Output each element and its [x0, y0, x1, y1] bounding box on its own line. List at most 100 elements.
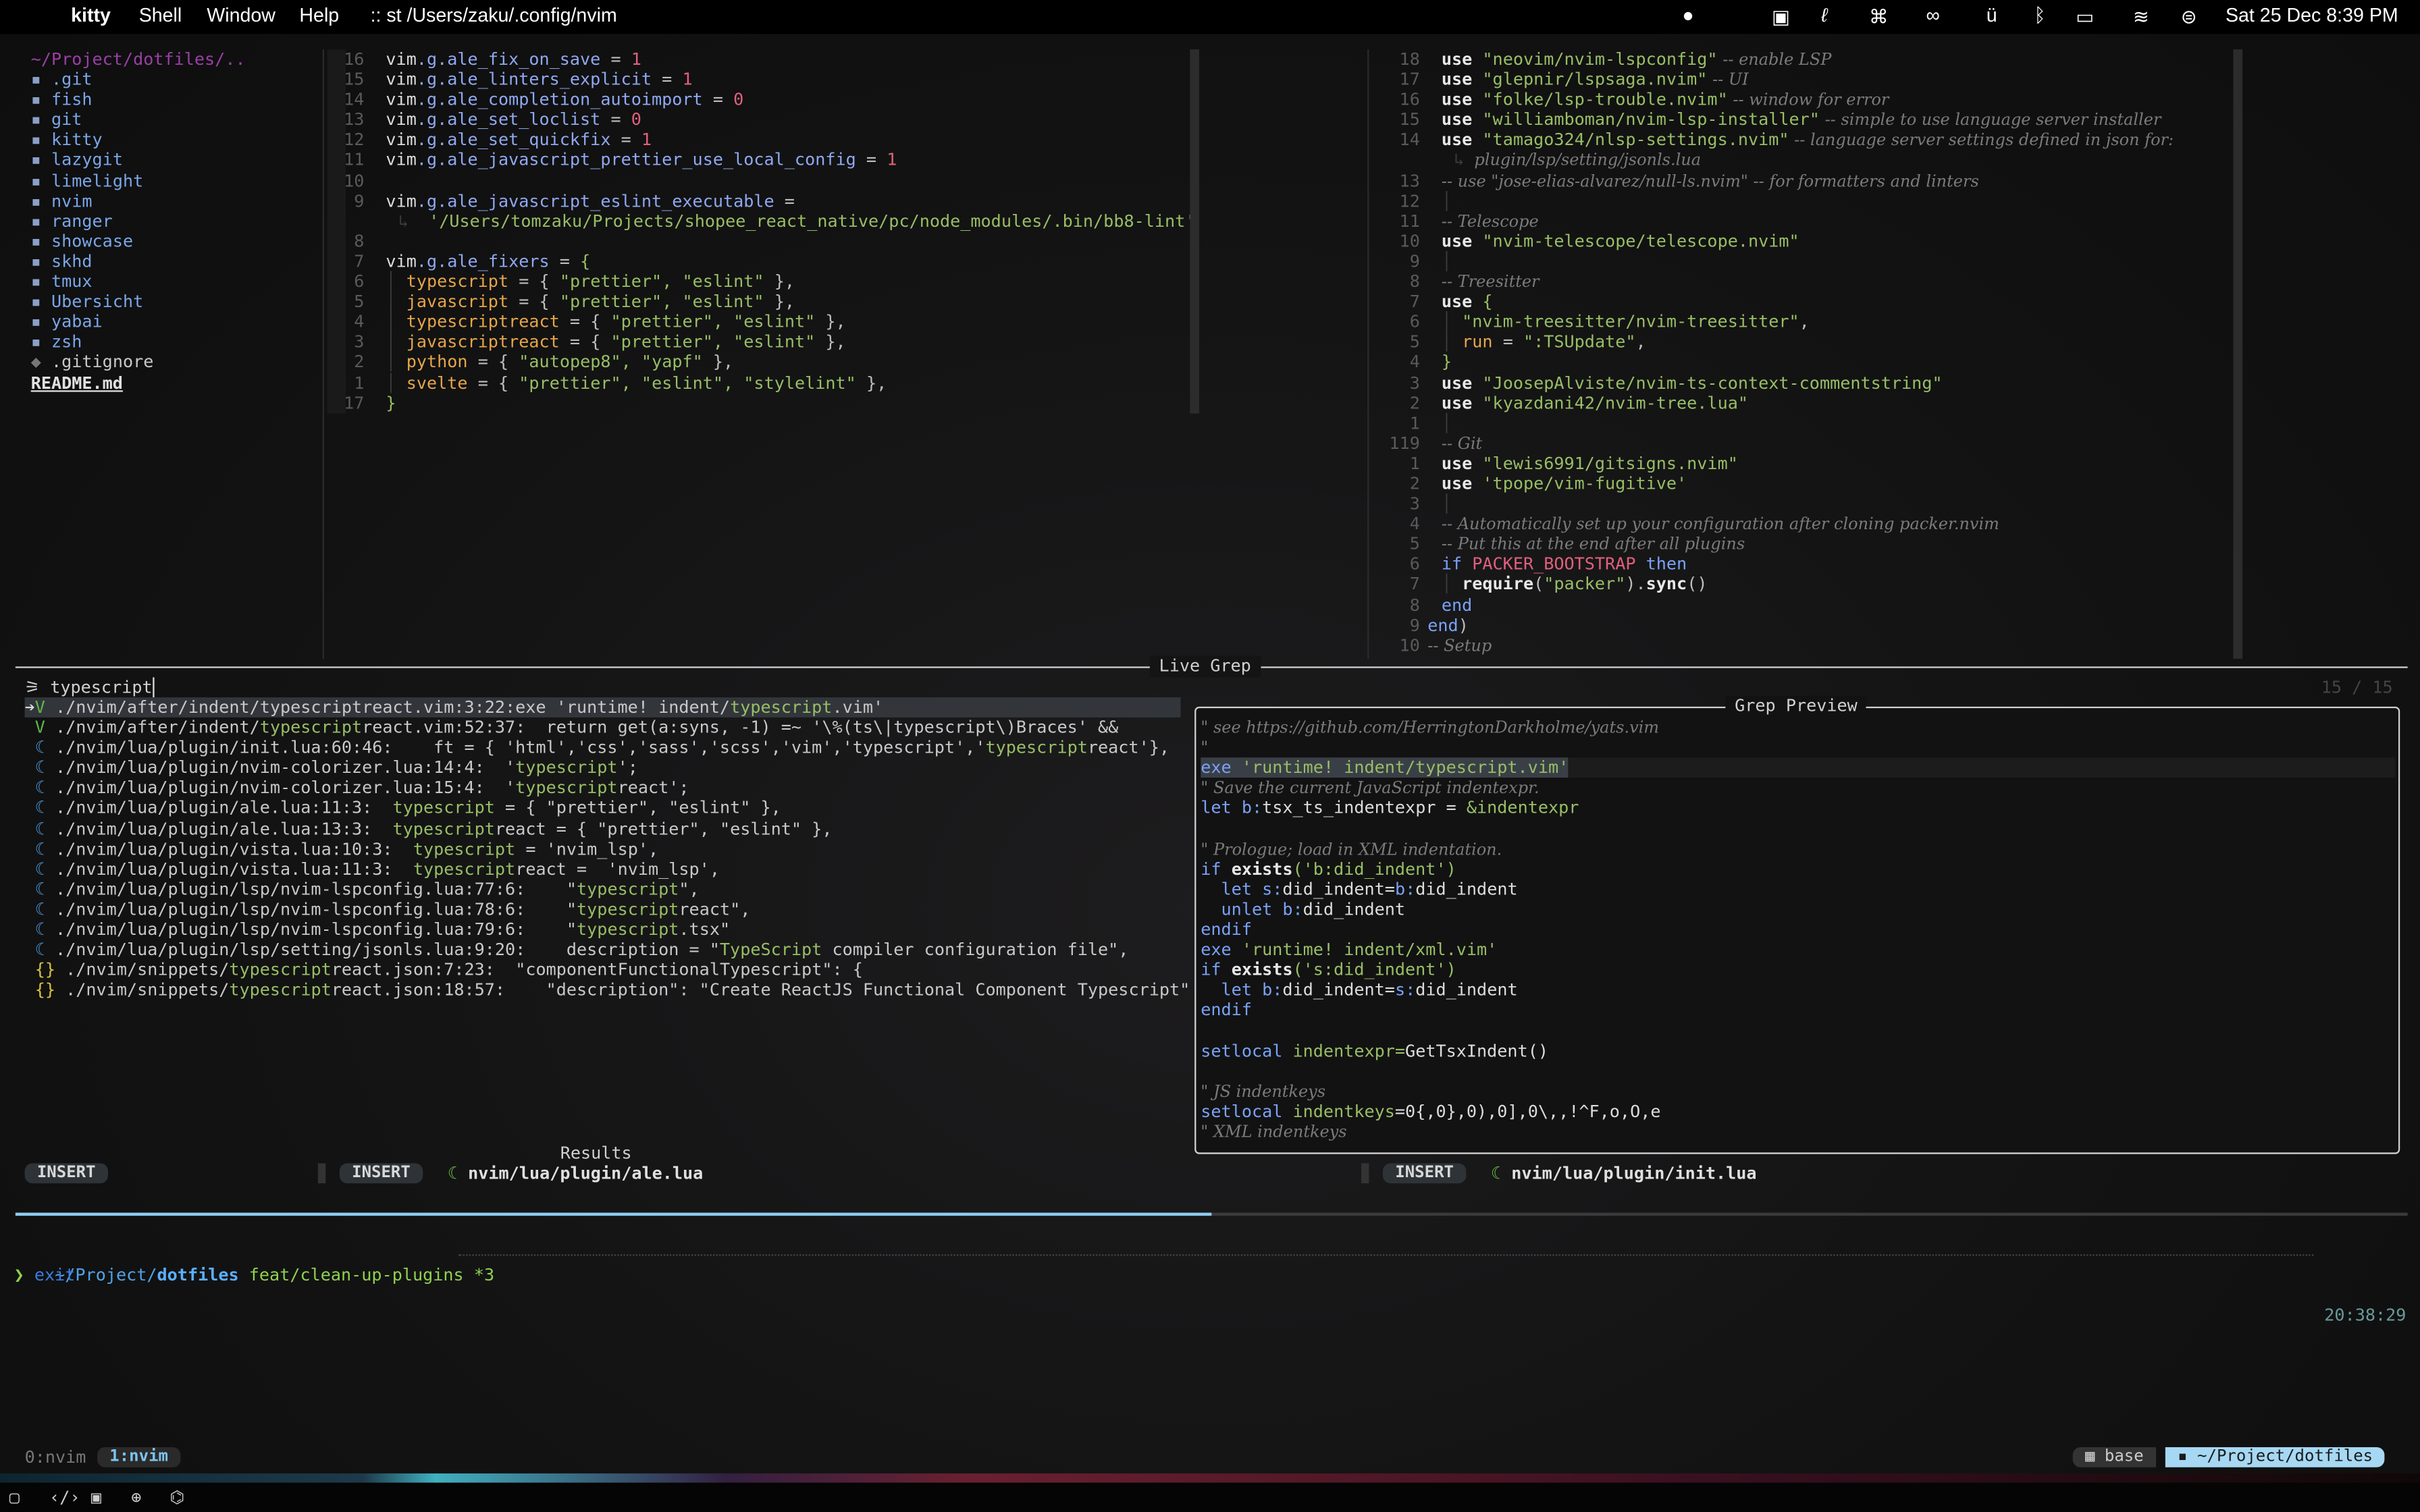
result-item[interactable]: ☾ ./nvim/lua/plugin/ale.lua:11:3: typesc…: [25, 799, 1181, 819]
tree-folder[interactable]: ▪ showcase: [31, 231, 318, 251]
code-token: 1: [682, 70, 693, 90]
result-item[interactable]: V ./nvim/after/indent/typescriptreact.vi…: [25, 718, 1181, 738]
code-token: 'tpope/vim-fugitive': [1482, 473, 1687, 494]
tree-folder[interactable]: ▪ lazygit: [31, 151, 318, 171]
editor-pane-init[interactable]: 18 use "neovim/nvim-lspconfig" -- enable …: [1383, 49, 2232, 655]
shell-time: 20:38:29: [2324, 1305, 2406, 1326]
folder-icon: ▪: [30, 211, 51, 232]
result-item[interactable]: ☾ ./nvim/lua/plugin/lsp/nvim-lspconfig.l…: [25, 899, 1181, 919]
line-number: 2: [354, 352, 365, 373]
result-item[interactable]: ☾ ./nvim/lua/plugin/nvim-colorizer.lua:1…: [25, 778, 1181, 799]
line-number: 15: [1399, 109, 1420, 130]
tree-folder[interactable]: ▪ Ubersicht: [31, 292, 318, 312]
tree-folder[interactable]: ▪ tmux: [31, 271, 318, 292]
result-item[interactable]: ☾ ./nvim/lua/plugin/init.lua:60:46: ft =…: [25, 738, 1181, 758]
chat-icon[interactable]: ▢: [9, 1483, 20, 1512]
tree-folder[interactable]: ▪ yabai: [31, 312, 318, 332]
result-item[interactable]: ☾ ./nvim/lua/plugin/lsp/setting/jsonls.l…: [25, 940, 1181, 960]
bluetooth-icon[interactable]: ᛒ: [2034, 5, 2046, 26]
tree-folder[interactable]: ▪ .git: [31, 70, 318, 90]
terminal-icon[interactable]: ▣: [91, 1483, 101, 1512]
code-token: end: [1441, 595, 1473, 615]
tree-folder[interactable]: ▪ limelight: [31, 171, 318, 191]
grep-query-input[interactable]: typescript: [50, 677, 152, 697]
ubersicht-icon[interactable]: ü: [1987, 5, 1997, 26]
result-item[interactable]: ☾ ./nvim/lua/plugin/vista.lua:11:3: type…: [25, 859, 1181, 880]
code-token: =: [549, 251, 581, 272]
result-item[interactable]: ☾ ./nvim/lua/plugin/lsp/nvim-lspconfig.l…: [25, 919, 1181, 940]
clock[interactable]: Sat 25 Dec 8:39 PM: [2226, 5, 2398, 26]
code-token: │: [386, 292, 406, 312]
script-icon[interactable]: ℓ: [1821, 5, 1827, 26]
code-token: end: [1427, 615, 1458, 635]
menu-shell[interactable]: Shell: [139, 5, 182, 26]
facetime-icon[interactable]: ▣: [1772, 5, 1790, 28]
creative-cloud-icon[interactable]: ∞: [1926, 5, 1940, 26]
menu-app-kitty[interactable]: kitty: [71, 5, 111, 26]
code-token: ": [1201, 739, 1209, 758]
code-line: 5 │ run = ":TSUpdate",: [1383, 332, 2232, 352]
tree-folder[interactable]: ▪ git: [31, 110, 318, 130]
code-token: = {: [559, 332, 611, 352]
shell-command-line[interactable]: ❯ exit: [14, 1265, 76, 1285]
code-line: 8 -- Treesitter: [1383, 271, 2232, 292]
tree-folder[interactable]: ▪ nvim: [31, 191, 318, 211]
code-token: │: [386, 372, 406, 393]
folder-icon: ▪: [2178, 1447, 2198, 1466]
code-token: typescript: [413, 859, 516, 880]
tmux-window-0[interactable]: 0:nvim: [25, 1447, 86, 1467]
tree-folder[interactable]: ▪ zsh: [31, 332, 318, 352]
editor-pane-ale[interactable]: 16 vim.g.ale_fix_on_save = 1 15 vim.g.ale_l…: [342, 49, 1195, 413]
code-token: let: [1201, 798, 1232, 819]
tree-folder[interactable]: ▪ skhd: [31, 251, 318, 271]
result-item[interactable]: ☾ ./nvim/lua/plugin/vista.lua:10:3: type…: [25, 839, 1181, 859]
menu-window[interactable]: Window: [207, 5, 275, 26]
code-icon[interactable]: ‹/›: [49, 1483, 80, 1512]
code-line: 10 -- Setup: [1383, 635, 2232, 655]
tree-folder[interactable]: ▪ fish: [31, 90, 318, 110]
code-token: │: [1441, 312, 1463, 332]
record-icon[interactable]: ●: [1682, 5, 1693, 26]
result-item[interactable]: ☾ ./nvim/lua/plugin/nvim-colorizer.lua:1…: [25, 758, 1181, 778]
tree-file-readme[interactable]: README.md: [31, 373, 318, 393]
result-item[interactable]: ☾ ./nvim/lua/plugin/lsp/nvim-lspconfig.l…: [25, 879, 1181, 899]
scrollbar[interactable]: [2233, 49, 2243, 659]
statusline-file: nvim/lua/plugin/ale.lua: [468, 1163, 704, 1184]
tmux-window-1[interactable]: 1:nvim: [97, 1447, 181, 1467]
result-item[interactable]: {} ./nvim/snippets/typescriptreact.json:…: [25, 980, 1190, 1000]
pane-divider: [322, 49, 324, 659]
shell-command[interactable]: exit: [34, 1265, 76, 1285]
preview-line: setlocal indentkeys=0{,0},0),0],0\,,!^F,…: [1201, 1101, 2395, 1121]
code-token: indentexpr=: [1282, 1040, 1406, 1061]
code-token: .g.ale_javascript_prettier_use_local_con…: [416, 150, 856, 171]
menu-help[interactable]: Help: [299, 5, 339, 26]
mode-badge: INSERT: [24, 1163, 108, 1184]
code-token: '/Users/tomzaku/Projects/shopee_react_na…: [418, 211, 1196, 232]
tree-folder[interactable]: ▪ ranger: [31, 211, 318, 232]
code-line: 14 vim.g.ale_completion_autoimport = 0: [342, 90, 1191, 110]
tree-file-gitignore[interactable]: .gitignore: [51, 352, 153, 373]
code-token: ↳: [1454, 150, 1475, 171]
tree-folder[interactable]: ▪ kitty: [31, 130, 318, 151]
result-item[interactable]: ☾ ./nvim/lua/plugin/ale.lua:13:3: typesc…: [25, 819, 1181, 839]
line-number: 14: [344, 89, 365, 110]
result-item[interactable]: {} ./nvim/snippets/typescriptreact.json:…: [25, 960, 1181, 980]
code-line: 1 │ svelte = { "prettier", "eslint", "sty…: [342, 373, 1191, 393]
command-icon[interactable]: ⌘: [1869, 5, 1889, 28]
session-icon: ▦: [2084, 1447, 2105, 1466]
control-center-icon[interactable]: ⊜: [2181, 5, 2197, 28]
code-token: ":TSUpdate": [1523, 332, 1636, 352]
wifi-icon[interactable]: ≋: [2133, 5, 2149, 28]
tmux-session: base: [2104, 1447, 2144, 1466]
globe-icon[interactable]: ⊕: [131, 1483, 141, 1512]
tree-folder-label: fish: [51, 89, 93, 110]
code-token: typescript: [229, 980, 332, 1000]
scrollbar[interactable]: [1190, 49, 1199, 414]
battery-charging-icon[interactable]: ▭: [2076, 5, 2094, 28]
grep-prompt[interactable]: ⚞ typescript: [25, 677, 154, 698]
gamepad-icon[interactable]: ⌬: [169, 1483, 184, 1512]
code-token: │: [1441, 493, 1452, 514]
result-item[interactable]: ➔V ./nvim/after/indent/typescriptreact.v…: [24, 697, 1181, 718]
code-token: },: [856, 372, 887, 393]
